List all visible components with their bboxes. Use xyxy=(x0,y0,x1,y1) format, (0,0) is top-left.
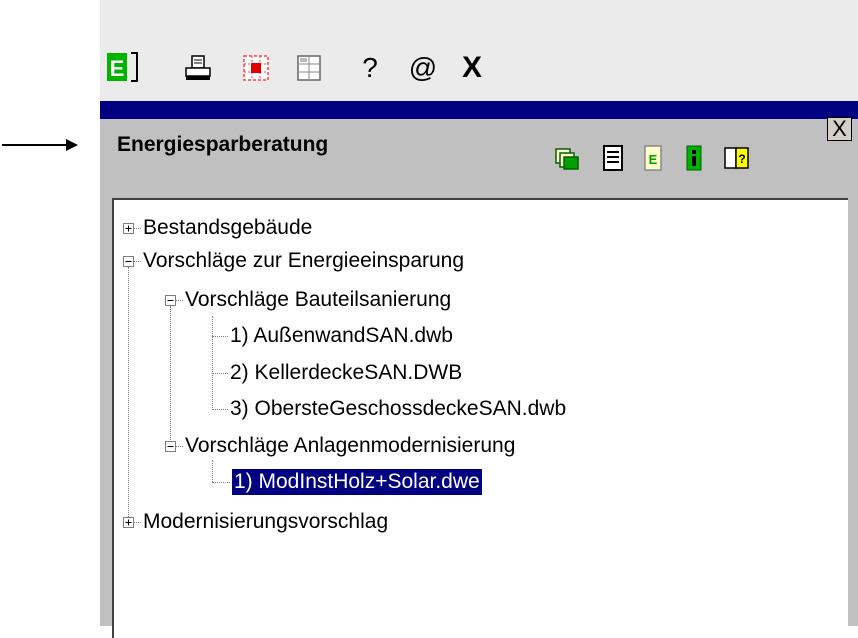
close-icon: X xyxy=(832,116,847,141)
tree-item-aussenwand[interactable]: 1) AußenwandSAN.dwb xyxy=(230,323,453,349)
tree-line xyxy=(170,306,171,450)
tree-line xyxy=(133,228,141,229)
panel-title: Energiesparberatung xyxy=(117,133,329,156)
tree-line xyxy=(175,300,183,301)
expand-icon[interactable] xyxy=(123,517,134,528)
book-icon[interactable]: ? xyxy=(722,144,752,172)
help-icon[interactable]: ? xyxy=(355,48,385,88)
tree-item-kellerdecke[interactable]: 2) KellerdeckeSAN.DWB xyxy=(230,360,462,386)
close-panel-button[interactable]: X xyxy=(827,117,852,141)
table-icon[interactable] xyxy=(291,48,327,88)
tree-line xyxy=(133,522,141,523)
tree-item-vorschlaege-energieeinsparung[interactable]: Vorschläge zur Energieeinsparung xyxy=(143,248,464,274)
list-icon[interactable] xyxy=(600,144,626,172)
document-icon[interactable]: E xyxy=(640,144,666,172)
tree-item-vorschlaege-anlagenmodernisierung[interactable]: Vorschläge Anlagenmodernisierung xyxy=(185,433,515,459)
tree-line xyxy=(175,446,183,447)
tree-item-bestandsgebaeude[interactable]: Bestandsgebäude xyxy=(143,215,312,241)
tree-line xyxy=(212,316,213,408)
tree-item-vorschlaege-bauteilsanierung[interactable]: Vorschläge Bauteilsanierung xyxy=(185,287,451,313)
copy-icon[interactable] xyxy=(553,144,581,172)
tree-item-modinst-selected[interactable]: 1) ModInstHolz+Solar.dwe xyxy=(232,469,482,495)
grid-icon[interactable] xyxy=(238,48,274,88)
collapse-icon[interactable] xyxy=(165,441,176,452)
main-toolbar: E ? @ X xyxy=(100,0,858,101)
collapse-icon[interactable] xyxy=(123,256,134,267)
svg-text:?: ? xyxy=(738,152,745,166)
tree-line xyxy=(212,409,228,410)
svg-text:E: E xyxy=(649,152,658,167)
tree-line xyxy=(212,373,228,374)
collapse-icon[interactable] xyxy=(165,295,176,306)
pointer-arrow-icon xyxy=(2,139,78,151)
tree-item-modernisierungsvorschlag[interactable]: Modernisierungsvorschlag xyxy=(143,509,388,535)
tree-line xyxy=(133,261,141,262)
print-icon[interactable] xyxy=(180,48,216,88)
tree-item-oberste-geschossdecke[interactable]: 3) ObersteGeschossdeckeSAN.dwb xyxy=(230,396,566,422)
email-icon[interactable]: @ xyxy=(405,48,441,88)
tree-line xyxy=(128,267,129,523)
tree-line xyxy=(212,460,213,482)
tree-line xyxy=(212,336,228,337)
exit-icon[interactable]: X xyxy=(455,48,489,88)
tree-line xyxy=(212,482,230,483)
expand-icon[interactable] xyxy=(123,223,134,234)
info-icon[interactable] xyxy=(681,144,707,172)
svg-text:E: E xyxy=(110,56,125,81)
energy-document-icon[interactable]: E xyxy=(105,48,141,88)
title-bar xyxy=(100,101,858,119)
